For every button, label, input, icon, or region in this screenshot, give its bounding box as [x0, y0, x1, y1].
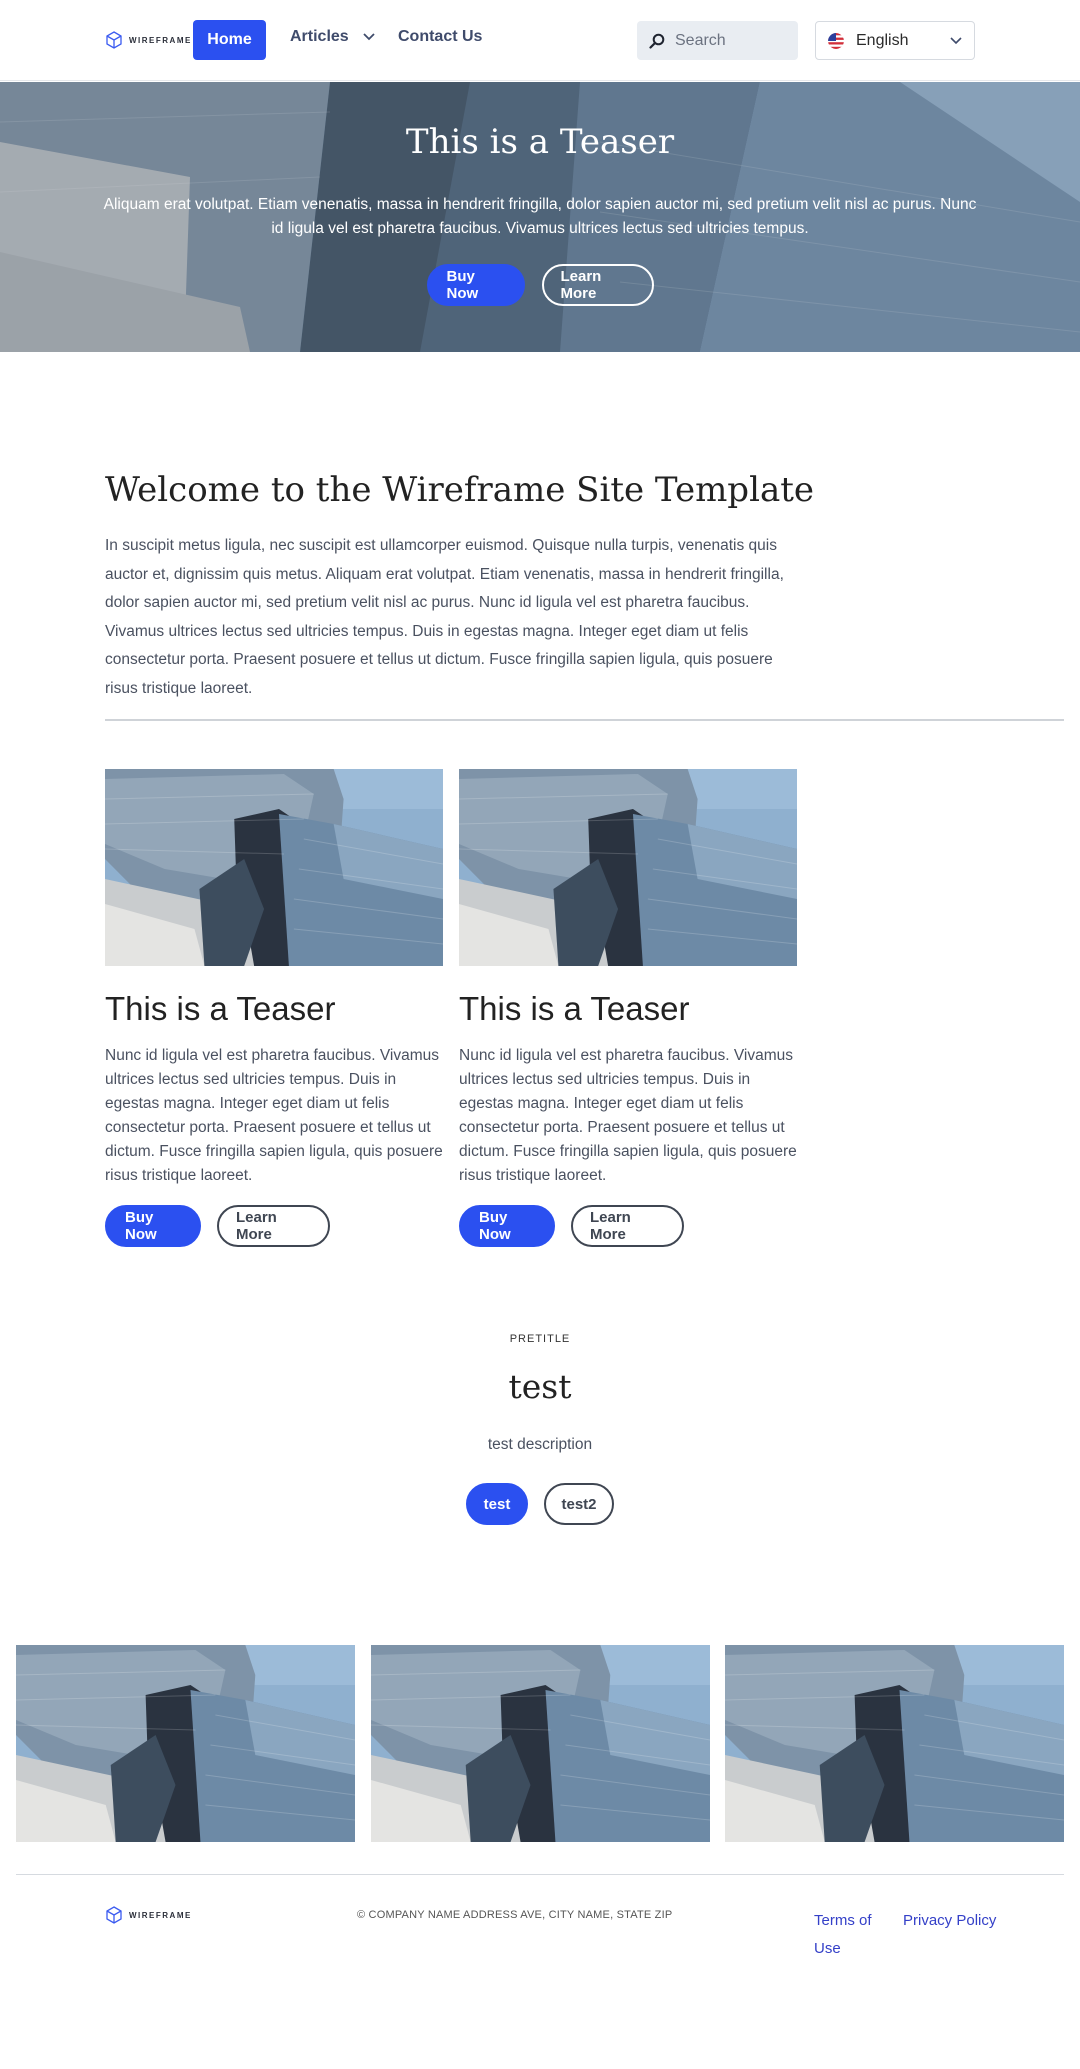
- section-divider: [105, 719, 1064, 721]
- nav-contact[interactable]: Contact Us: [398, 28, 482, 46]
- gallery-image: [371, 1645, 710, 1842]
- card-buy-now-button[interactable]: Buy Now: [459, 1205, 555, 1247]
- chevron-down-icon: [363, 33, 375, 41]
- footer-divider: [16, 1874, 1064, 1875]
- card-buttons: Buy Now Learn More: [105, 1205, 443, 1247]
- card-buttons: Buy Now Learn More: [459, 1205, 797, 1247]
- nav-articles-label: Articles: [290, 28, 349, 45]
- cta-test-button[interactable]: test: [466, 1483, 528, 1525]
- terms-link-line2: Use: [814, 1940, 841, 1957]
- teaser-card: This is a Teaser Nunc id ligula vel est …: [459, 769, 797, 1247]
- gallery-image: [16, 1645, 355, 1842]
- language-label: English: [856, 31, 909, 49]
- cta-pretitle: PRETITLE: [509, 1333, 571, 1345]
- welcome-title: Welcome to the Wireframe Site Template: [105, 470, 815, 510]
- logo-wordmark: WIREFRAME: [129, 1910, 192, 1920]
- hero-learn-more-button[interactable]: Learn More: [541, 264, 654, 306]
- card-title: This is a Teaser: [105, 990, 336, 1027]
- privacy-policy-link[interactable]: Privacy Policy: [903, 1907, 996, 1935]
- nav-articles[interactable]: Articles: [290, 28, 375, 46]
- card-image: [105, 769, 443, 966]
- cube-logo-icon: [106, 1906, 122, 1924]
- chevron-down-icon: [950, 36, 962, 44]
- nav-contact-label: Contact Us: [398, 28, 483, 45]
- footer-address: © COMPANY NAME ADDRESS AVE, CITY NAME, S…: [357, 1909, 673, 1921]
- card-learn-more-button[interactable]: Learn More: [571, 1205, 684, 1247]
- welcome-text: In suscipit metus ligula, nec suscipit e…: [105, 537, 784, 697]
- hero-banner: This is a Teaser Aliquam erat volutpat. …: [0, 82, 1080, 352]
- card-title: This is a Teaser: [459, 990, 690, 1027]
- hero-buttons: Buy Now Learn More: [0, 264, 1080, 306]
- search-input[interactable]: [675, 31, 785, 50]
- terms-link-line1: Terms of: [814, 1912, 872, 1929]
- card-image: [459, 769, 797, 966]
- card-text: Nunc id ligula vel est pharetra faucibus…: [105, 1047, 443, 1184]
- hero-buy-now-button[interactable]: Buy Now: [426, 264, 525, 306]
- cta-buttons: test test2: [0, 1483, 1080, 1525]
- site-header: WIREFRAME Home Articles Contact Us Searc…: [0, 0, 1080, 81]
- us-flag-icon: [828, 32, 844, 49]
- cta-title: test: [508, 1367, 572, 1406]
- cube-logo-icon: [106, 31, 122, 49]
- search-icon: [649, 33, 665, 49]
- cta-test2-button[interactable]: test2: [544, 1483, 614, 1525]
- gallery-image: [725, 1645, 1064, 1842]
- language-select[interactable]: English: [815, 21, 975, 60]
- teaser-card: This is a Teaser Nunc id ligula vel est …: [105, 769, 443, 1247]
- header-logo[interactable]: WIREFRAME: [105, 31, 192, 49]
- hero-text: Aliquam erat volutpat. Etiam venenatis, …: [103, 196, 977, 237]
- card-buy-now-button[interactable]: Buy Now: [105, 1205, 201, 1247]
- terms-of-use-link[interactable]: Terms of Use: [814, 1907, 872, 1963]
- search-box[interactable]: [637, 21, 798, 60]
- footer-logo[interactable]: WIREFRAME: [105, 1906, 192, 1924]
- hero-title: This is a Teaser: [405, 122, 675, 162]
- card-learn-more-button[interactable]: Learn More: [217, 1205, 330, 1247]
- nav-home-button[interactable]: Home: [193, 20, 266, 60]
- cta-description: test description: [487, 1436, 593, 1453]
- card-text: Nunc id ligula vel est pharetra faucibus…: [459, 1047, 797, 1184]
- logo-wordmark: WIREFRAME: [129, 35, 192, 45]
